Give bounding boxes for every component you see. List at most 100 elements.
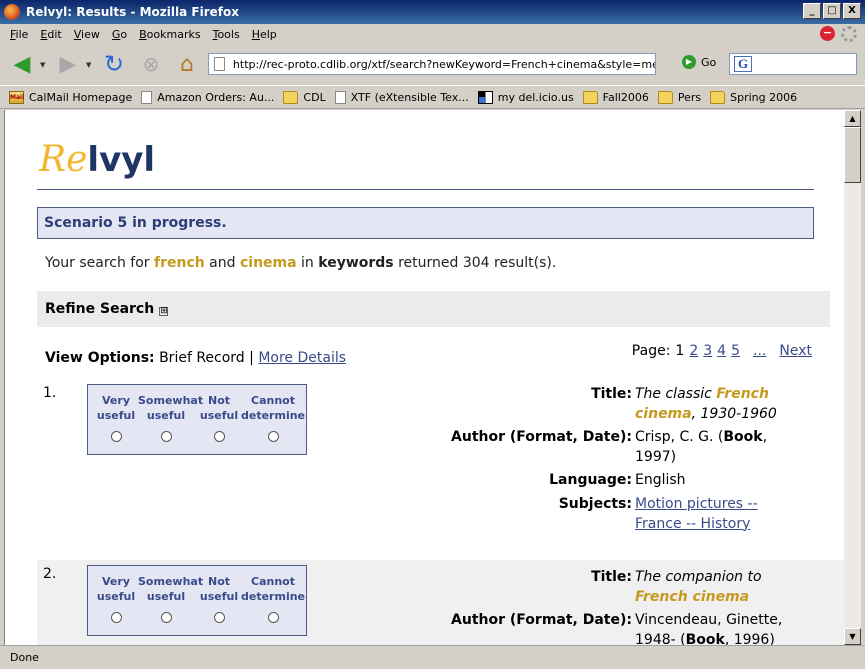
page-link[interactable]: 2	[689, 343, 698, 359]
status-text: Done	[10, 651, 39, 664]
go-arrow-icon: ▶	[682, 55, 696, 69]
record-author: Vincendeau, Ginette, 1948- (Book, 1996)	[635, 612, 783, 645]
scroll-down-arrow-icon[interactable]: ▼	[844, 628, 861, 645]
rating-cannot-determine[interactable]: Cannot determine	[241, 574, 305, 623]
bookmark-folder-pers[interactable]: Pers	[657, 90, 701, 104]
rating-somewhat-useful[interactable]: Somewhat useful	[138, 574, 203, 623]
rating-very-useful[interactable]: Very useful	[88, 393, 144, 442]
bookmark-delicious[interactable]: my del.icio.us	[477, 90, 574, 104]
record-title[interactable]: The companion to French cinema	[635, 568, 785, 607]
page-label: Page:	[631, 343, 671, 359]
menu-view[interactable]: View	[68, 28, 106, 41]
pagination: Page: 1 2 3 4 5 ... Next	[632, 343, 812, 359]
rating-not-useful[interactable]: Not useful	[191, 393, 247, 442]
next-page-link[interactable]: Next	[779, 343, 812, 359]
menu-help[interactable]: Help	[246, 28, 283, 41]
record-number: 2.	[43, 566, 57, 582]
result-record: 1. Very useful Somewhat useful Not useful C…	[37, 375, 844, 555]
bookmark-calmail[interactable]: Mail CalMail Homepage	[9, 90, 132, 104]
vertical-scrollbar[interactable]: ▲ ▼	[844, 110, 861, 645]
relvyl-logo[interactable]: Relvyl	[39, 140, 155, 181]
rating-cannot-determine[interactable]: Cannot determine	[241, 393, 305, 442]
bookmark-amazon-orders[interactable]: Amazon Orders: Au...	[141, 90, 274, 104]
navigation-toolbar: ◀ ▼ ▶ ▼ ↻ ⊗ ⌂ http://rec-proto.cdlib.org…	[0, 44, 865, 84]
refine-search-label: Refine Search	[45, 301, 155, 317]
subject-link[interactable]: Motion pictures -- France -- History	[635, 495, 775, 534]
maximize-button[interactable]: □	[823, 3, 841, 19]
record-title[interactable]: The classic French cinema, 1930-1960	[635, 385, 785, 424]
google-search-engine-icon[interactable]: G	[734, 56, 752, 72]
menu-go[interactable]: Go	[106, 28, 133, 41]
page-link[interactable]: 3	[703, 343, 712, 359]
rating-very-useful[interactable]: Very useful	[88, 574, 144, 623]
rating-not-useful[interactable]: Not useful	[191, 574, 247, 623]
language-label: Language:	[549, 472, 632, 488]
rating-somewhat-useful[interactable]: Somewhat useful	[138, 393, 203, 442]
throbber-icon	[841, 26, 857, 42]
bookmark-folder-spring2006[interactable]: Spring 2006	[710, 90, 797, 104]
menu-tools[interactable]: Tools	[207, 28, 246, 41]
go-button[interactable]: ▶ Go	[682, 55, 716, 69]
title-label: Title:	[591, 386, 632, 402]
page-ellipsis-link[interactable]: ...	[753, 343, 766, 359]
search-box[interactable]: G	[729, 53, 857, 75]
window-controls: _ □ X	[803, 3, 861, 19]
record-author: Crisp, C. G. (Book, 1997)	[635, 429, 768, 465]
view-brief-record: Brief Record	[159, 350, 245, 366]
search-summary: Your search for french and cinema in key…	[45, 255, 557, 271]
refine-search-panel[interactable]: Refine Search ⊞	[37, 291, 830, 327]
mail-icon: Mail	[9, 90, 24, 104]
delicious-icon	[477, 90, 493, 104]
radio-button[interactable]	[161, 612, 172, 623]
page-link[interactable]: 4	[717, 343, 726, 359]
menu-file[interactable]: File	[4, 28, 34, 41]
window-title: Relvyl: Results - Mozilla Firefox	[26, 5, 239, 19]
stop-icon[interactable]: ⊗	[137, 50, 165, 78]
firefox-icon	[4, 4, 20, 20]
stop-sign-icon[interactable]: −	[820, 26, 835, 41]
forward-history-dropdown-icon[interactable]: ▼	[86, 61, 91, 69]
radio-button[interactable]	[268, 612, 279, 623]
view-separator: |	[249, 350, 254, 366]
search-keyword: french	[154, 255, 205, 271]
back-arrow-icon[interactable]: ◀	[8, 50, 36, 78]
forward-arrow-icon[interactable]: ▶	[54, 50, 82, 78]
scroll-up-arrow-icon[interactable]: ▲	[844, 110, 861, 127]
subjects-label: Subjects:	[558, 496, 632, 512]
menu-bar: File Edit View Go Bookmarks Tools Help −	[0, 24, 865, 44]
menu-bookmarks[interactable]: Bookmarks	[133, 28, 206, 41]
back-history-dropdown-icon[interactable]: ▼	[40, 61, 45, 69]
expand-icon[interactable]: ⊞	[159, 307, 169, 316]
folder-icon	[582, 90, 598, 104]
folder-icon	[710, 90, 726, 104]
record-language: English	[635, 472, 686, 488]
page-icon	[334, 90, 346, 104]
usefulness-rating: Very useful Somewhat useful Not useful Cann…	[87, 384, 307, 455]
menu-edit[interactable]: Edit	[34, 28, 67, 41]
author-label: Author (Format, Date):	[451, 429, 632, 445]
record-number: 1.	[43, 385, 57, 401]
radio-button[interactable]	[111, 612, 122, 623]
scroll-thumb[interactable]	[844, 127, 861, 183]
radio-button[interactable]	[161, 431, 172, 442]
home-icon[interactable]: ⌂	[173, 50, 201, 78]
close-button[interactable]: X	[843, 3, 861, 19]
more-details-link[interactable]: More Details	[258, 350, 346, 366]
page-content: Relvyl Scenario 5 in progress. Your sear…	[4, 110, 844, 645]
url-text[interactable]: http://rec-proto.cdlib.org/xtf/search?ne…	[233, 58, 655, 71]
bookmark-xtf[interactable]: XTF (eXtensible Tex...	[334, 90, 469, 104]
bookmark-folder-cdl[interactable]: CDL	[283, 90, 326, 104]
bookmark-folder-fall2006[interactable]: Fall2006	[582, 90, 649, 104]
radio-button[interactable]	[214, 431, 225, 442]
reload-icon[interactable]: ↻	[100, 50, 128, 78]
minimize-button[interactable]: _	[803, 3, 821, 19]
address-bar[interactable]: http://rec-proto.cdlib.org/xtf/search?ne…	[208, 53, 656, 75]
header-divider	[37, 189, 814, 190]
status-bar: Done	[0, 645, 865, 669]
radio-button[interactable]	[268, 431, 279, 442]
page-link[interactable]: 5	[731, 343, 740, 359]
radio-button[interactable]	[214, 612, 225, 623]
radio-button[interactable]	[111, 431, 122, 442]
result-record: 2. Very useful Somewhat useful Not useful C…	[37, 560, 844, 645]
page-icon	[141, 90, 153, 104]
